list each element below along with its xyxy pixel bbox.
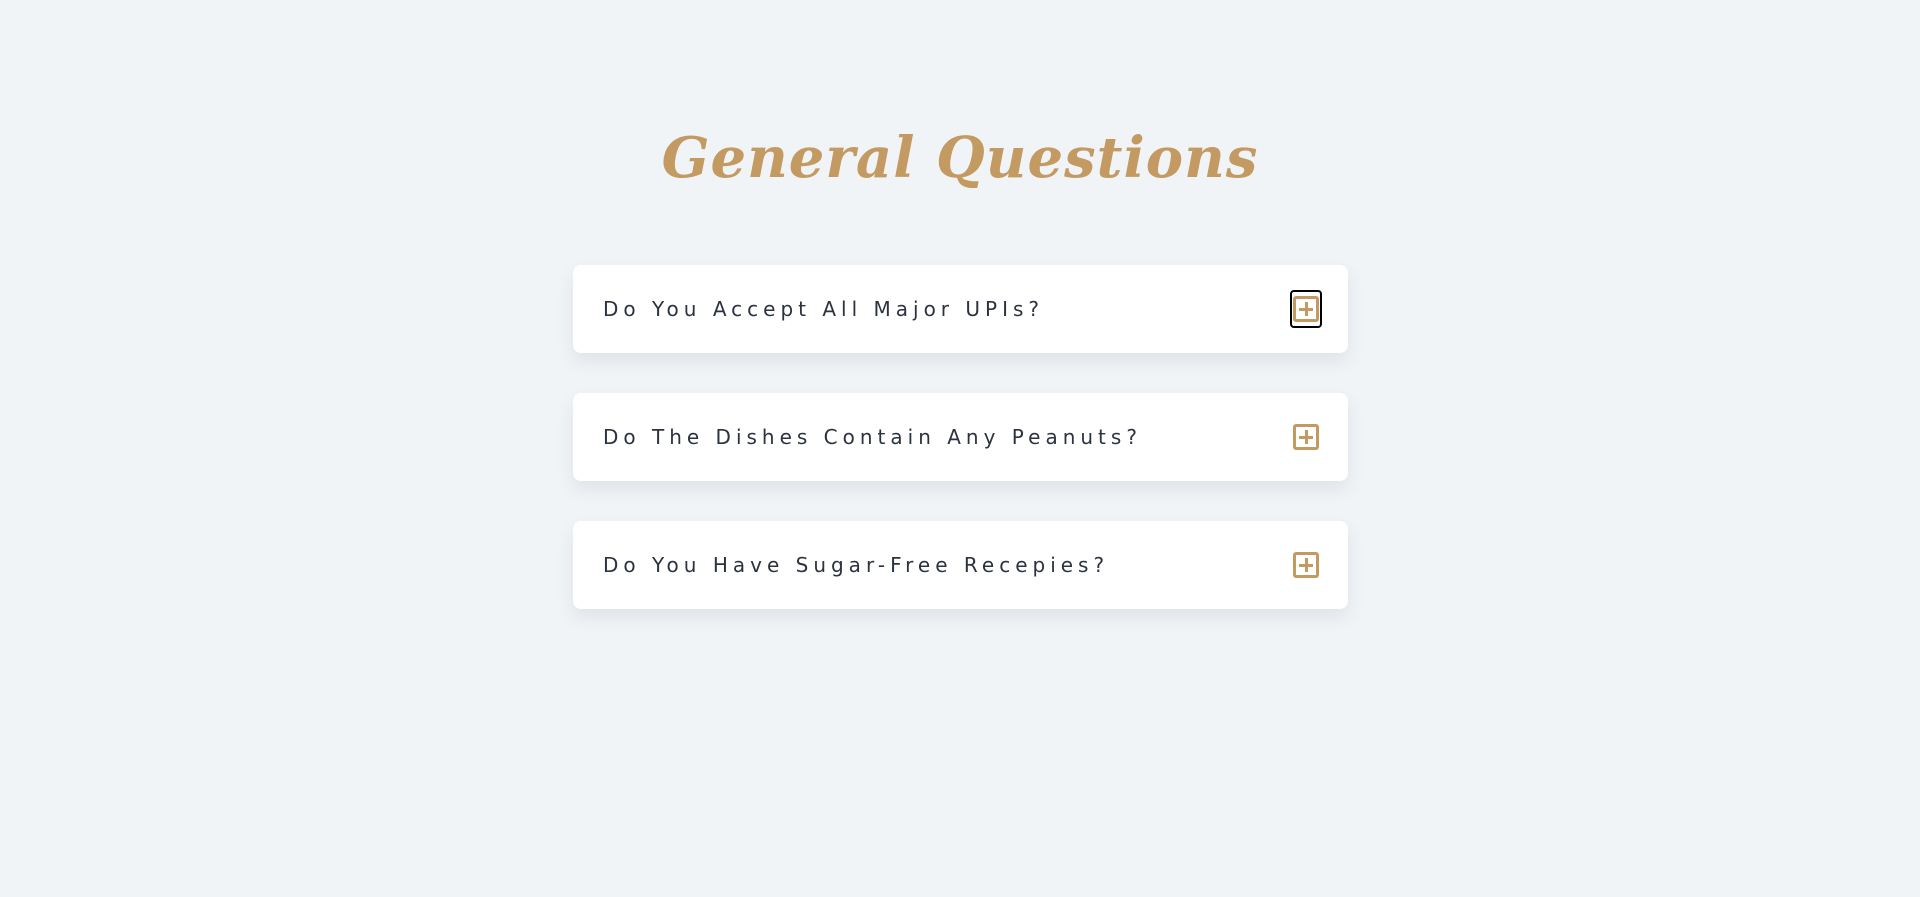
- plus-square-icon: [1293, 552, 1319, 578]
- page-title: General Questions: [661, 125, 1259, 191]
- plus-square-icon: [1293, 296, 1319, 322]
- faq-question: Do You Have Sugar-Free Recepies?: [603, 553, 1110, 577]
- faq-question: Do The Dishes Contain Any Peanuts?: [603, 425, 1142, 449]
- faq-page: General Questions Do You Accept All Majo…: [0, 0, 1920, 897]
- expand-toggle-button[interactable]: [1290, 290, 1322, 328]
- expand-toggle-button[interactable]: [1290, 418, 1322, 456]
- faq-question: Do You Accept All Major UPIs?: [603, 297, 1045, 321]
- expand-toggle-button[interactable]: [1290, 546, 1322, 584]
- faq-item[interactable]: Do You Accept All Major UPIs?: [573, 265, 1348, 353]
- plus-square-icon: [1293, 424, 1319, 450]
- faq-list: Do You Accept All Major UPIs? Do The Dis…: [573, 265, 1348, 649]
- faq-item[interactable]: Do You Have Sugar-Free Recepies?: [573, 521, 1348, 609]
- faq-item[interactable]: Do The Dishes Contain Any Peanuts?: [573, 393, 1348, 481]
